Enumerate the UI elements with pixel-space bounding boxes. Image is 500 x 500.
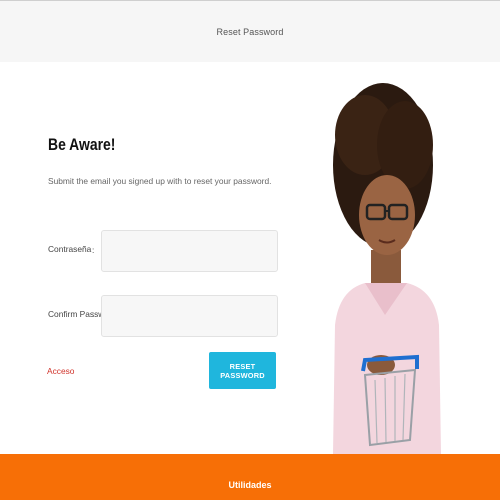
login-link[interactable]: Acceso (47, 366, 74, 376)
footer-bar: Utilidades (0, 454, 500, 500)
top-header-bar: Reset Password (0, 0, 500, 62)
footer-label: Utilidades (228, 480, 272, 490)
form-heading: Be Aware! (48, 135, 116, 154)
page-title: Reset Password (216, 27, 284, 37)
password-input[interactable] (101, 230, 278, 272)
password-label: Contraseña (48, 244, 92, 254)
password-label-colon: : (92, 245, 95, 255)
confirm-password-label-colon: : (92, 309, 95, 319)
woman-with-shopping-cart-photo (333, 83, 441, 454)
reset-password-button[interactable]: RESET PASSWORD (209, 352, 276, 389)
confirm-password-input[interactable] (101, 295, 278, 337)
form-subtitle: Submit the email you signed up with to r… (48, 176, 272, 186)
